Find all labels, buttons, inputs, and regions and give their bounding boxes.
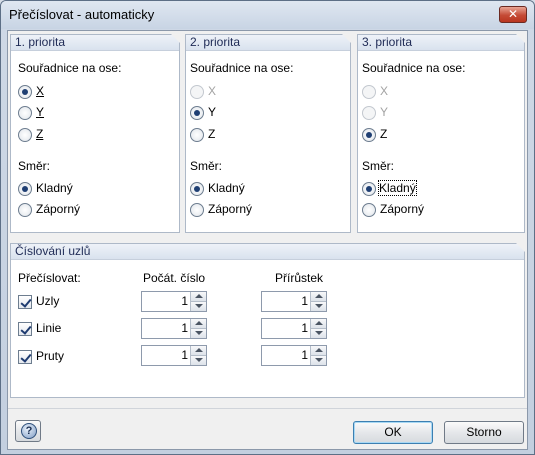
- lines-checkbox[interactable]: [18, 322, 32, 336]
- dialog-body: 1. priorita Souřadnice na ose: X Y Z Smě…: [7, 30, 528, 450]
- panel-title: 2. priorita: [190, 35, 241, 49]
- axis-x-radio: [190, 85, 204, 99]
- help-icon: ?: [21, 423, 37, 439]
- lines-increment-stepper[interactable]: 1: [261, 318, 327, 339]
- spin-up-icon[interactable]: [190, 292, 206, 302]
- lines-label[interactable]: Linie: [36, 321, 61, 335]
- direction-positive-label[interactable]: Kladný: [378, 180, 417, 196]
- panel-header: Číslování uzlů: [11, 243, 525, 260]
- spin-down-icon[interactable]: [190, 329, 206, 338]
- direction-label: Směr:: [18, 159, 51, 173]
- header-notch: [342, 34, 351, 43]
- direction-negative-label[interactable]: Záporný: [380, 202, 424, 216]
- spin-up-icon[interactable]: [190, 319, 206, 329]
- spin-up-icon[interactable]: [310, 292, 326, 302]
- nodes-checkbox[interactable]: [18, 295, 32, 309]
- window-title: Přečíslovat - automaticky: [9, 7, 155, 22]
- spin-up-icon[interactable]: [190, 346, 206, 356]
- panel-title: 3. priorita: [362, 35, 413, 49]
- axis-label: Souřadnice na ose:: [190, 61, 294, 75]
- panel-title: Číslování uzlů: [15, 244, 91, 258]
- axis-z-label[interactable]: Z: [36, 127, 43, 141]
- axis-z-label[interactable]: Z: [208, 127, 215, 141]
- spin-up-icon[interactable]: [310, 319, 326, 329]
- nodes-increment-value[interactable]: 1: [262, 292, 310, 311]
- spin-up-icon[interactable]: [310, 346, 326, 356]
- direction-negative-radio[interactable]: [18, 203, 32, 217]
- start-number-column-header: Počát. číslo: [143, 271, 206, 285]
- node-numbering-panel: Číslování uzlů Přečíslovat: Počát. číslo…: [10, 243, 525, 398]
- increment-column-header: Přírůstek: [275, 271, 324, 285]
- axis-y-label: Y: [380, 105, 389, 119]
- lines-increment-value[interactable]: 1: [262, 319, 310, 338]
- header-notch: [171, 34, 180, 43]
- direction-positive-radio[interactable]: [362, 182, 376, 196]
- direction-label: Směr:: [190, 159, 223, 173]
- axis-x-label: X: [380, 84, 389, 98]
- axis-y-label[interactable]: Y: [208, 105, 216, 119]
- priority-panel-2: 2. priorita Souřadnice na ose: X Y Z Smě…: [185, 34, 351, 233]
- axis-y-radio[interactable]: [18, 106, 32, 120]
- axis-y-radio: [362, 106, 376, 120]
- nodes-start-stepper[interactable]: 1: [141, 291, 207, 312]
- axis-z-radio[interactable]: [190, 128, 204, 142]
- lines-start-stepper[interactable]: 1: [141, 318, 207, 339]
- direction-positive-label[interactable]: Kladný: [208, 181, 245, 195]
- members-start-stepper[interactable]: 1: [141, 345, 207, 366]
- direction-negative-label[interactable]: Záporný: [36, 202, 80, 216]
- footer-separator: [8, 408, 527, 409]
- axis-z-radio[interactable]: [362, 128, 376, 142]
- spin-down-icon[interactable]: [190, 302, 206, 311]
- members-increment-value[interactable]: 1: [262, 346, 310, 365]
- members-start-value[interactable]: 1: [142, 346, 190, 365]
- spin-down-icon[interactable]: [190, 356, 206, 365]
- nodes-increment-stepper[interactable]: 1: [261, 291, 327, 312]
- lines-start-value[interactable]: 1: [142, 319, 190, 338]
- cancel-button[interactable]: Storno: [444, 421, 524, 444]
- direction-positive-radio[interactable]: [18, 182, 32, 196]
- axis-z-label[interactable]: Z: [380, 127, 387, 141]
- spin-down-icon[interactable]: [310, 329, 326, 338]
- direction-negative-label[interactable]: Záporný: [208, 202, 252, 216]
- axis-x-label[interactable]: X: [36, 84, 44, 98]
- spin-down-icon[interactable]: [310, 356, 326, 365]
- close-icon: ✕: [507, 7, 519, 21]
- axis-y-label[interactable]: Y: [36, 105, 44, 119]
- axis-label: Souřadnice na ose:: [18, 61, 122, 75]
- members-checkbox[interactable]: [18, 350, 32, 364]
- priority-panel-1: 1. priorita Souřadnice na ose: X Y Z Smě…: [10, 34, 180, 233]
- nodes-label[interactable]: Uzly: [36, 294, 59, 308]
- axis-z-radio[interactable]: [18, 128, 32, 142]
- panel-title: 1. priorita: [15, 35, 66, 49]
- direction-positive-label[interactable]: Kladný: [36, 181, 73, 195]
- header-notch: [516, 243, 525, 252]
- panel-header: 3. priorita: [358, 34, 525, 51]
- axis-label: Souřadnice na ose:: [362, 61, 466, 75]
- axis-x-radio[interactable]: [18, 85, 32, 99]
- direction-label: Směr:: [362, 159, 395, 173]
- renumber-column-header: Přečíslovat:: [18, 271, 81, 285]
- dialog-window: Přečíslovat - automaticky ✕ 1. priorita …: [0, 0, 535, 455]
- direction-negative-radio[interactable]: [190, 203, 204, 217]
- close-button[interactable]: ✕: [499, 6, 527, 23]
- ok-button[interactable]: OK: [353, 421, 433, 444]
- title-bar[interactable]: Přečíslovat - automaticky ✕: [1, 1, 534, 29]
- members-label[interactable]: Pruty: [36, 349, 64, 363]
- axis-x-radio: [362, 85, 376, 99]
- direction-positive-radio[interactable]: [190, 182, 204, 196]
- panel-header: 2. priorita: [186, 34, 351, 51]
- priority-panel-3: 3. priorita Souřadnice na ose: X Y Z Smě…: [357, 34, 525, 233]
- header-notch: [516, 34, 525, 43]
- panel-header: 1. priorita: [11, 34, 180, 51]
- help-button[interactable]: ?: [15, 420, 41, 442]
- axis-x-label: X: [208, 84, 217, 98]
- direction-negative-radio[interactable]: [362, 203, 376, 217]
- nodes-start-value[interactable]: 1: [142, 292, 190, 311]
- members-increment-stepper[interactable]: 1: [261, 345, 327, 366]
- axis-y-radio[interactable]: [190, 106, 204, 120]
- spin-down-icon[interactable]: [310, 302, 326, 311]
